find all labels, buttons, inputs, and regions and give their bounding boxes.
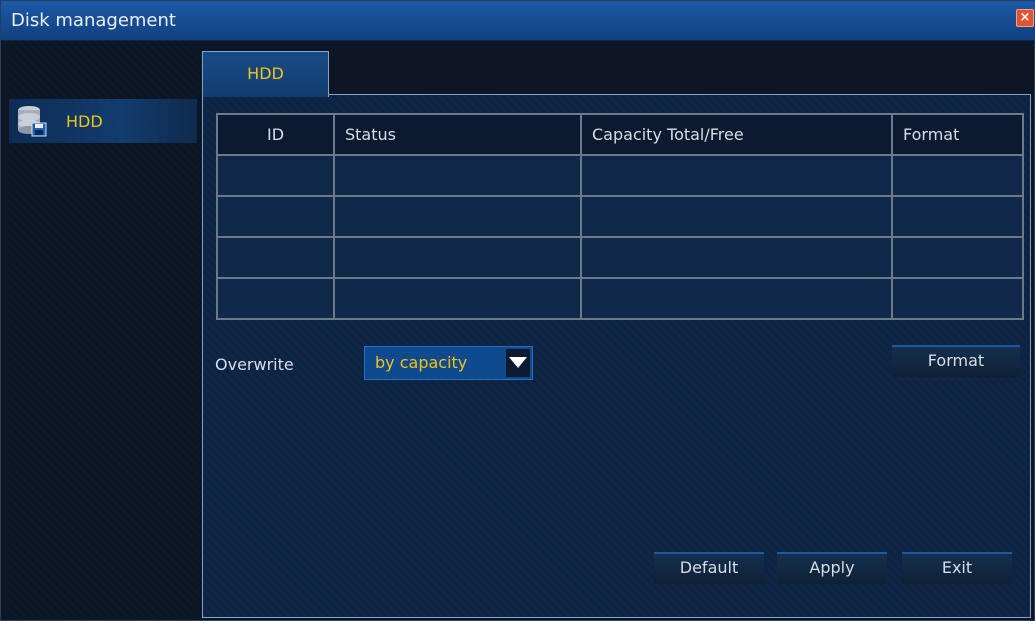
default-button[interactable]: Default xyxy=(654,552,764,584)
sidebar-item-label: HDD xyxy=(66,112,103,131)
table-cell xyxy=(333,195,582,238)
overwrite-select[interactable]: by capacity xyxy=(364,346,533,380)
table-cell xyxy=(216,277,335,320)
table-cell xyxy=(333,154,582,197)
hdd-icon xyxy=(17,105,47,137)
exit-button[interactable]: Exit xyxy=(902,552,1012,584)
table-cell xyxy=(891,154,1024,197)
table-row[interactable] xyxy=(216,195,1024,238)
table-row[interactable] xyxy=(216,236,1024,279)
table-cell xyxy=(216,195,335,238)
sidebar-item-hdd[interactable]: HDD xyxy=(9,99,197,143)
chevron-down-icon[interactable] xyxy=(506,349,530,377)
close-icon[interactable]: × xyxy=(1016,9,1034,27)
table-header-row: ID Status Capacity Total/Free Format xyxy=(216,113,1024,156)
tab-hdd[interactable]: HDD xyxy=(202,51,329,97)
table-row[interactable] xyxy=(216,154,1024,197)
overwrite-label: Overwrite xyxy=(215,355,294,374)
title-bar: Disk management × xyxy=(1,1,1035,41)
column-header-status: Status xyxy=(333,113,582,156)
table-cell xyxy=(891,277,1024,320)
hdd-panel: ID Status Capacity Total/Free Format Ove… xyxy=(202,94,1031,618)
column-header-capacity: Capacity Total/Free xyxy=(580,113,893,156)
format-button[interactable]: Format xyxy=(892,345,1020,377)
window-title: Disk management xyxy=(11,10,176,31)
table-cell xyxy=(333,277,582,320)
table-cell xyxy=(216,154,335,197)
column-header-format: Format xyxy=(891,113,1024,156)
disk-table: ID Status Capacity Total/Free Format xyxy=(216,113,1024,320)
sidebar: HDD xyxy=(9,41,197,619)
disk-management-window: Disk management × HDD HDD ID Status Capa… xyxy=(0,0,1035,621)
table-cell xyxy=(891,236,1024,279)
table-cell xyxy=(216,236,335,279)
column-header-id: ID xyxy=(216,113,335,156)
table-cell xyxy=(580,154,893,197)
table-cell xyxy=(891,195,1024,238)
table-cell xyxy=(580,277,893,320)
table-cell xyxy=(333,236,582,279)
overwrite-select-value: by capacity xyxy=(375,353,468,372)
table-cell xyxy=(580,195,893,238)
apply-button[interactable]: Apply xyxy=(777,552,887,584)
table-cell xyxy=(580,236,893,279)
tab-label: HDD xyxy=(247,64,284,83)
table-row[interactable] xyxy=(216,277,1024,320)
